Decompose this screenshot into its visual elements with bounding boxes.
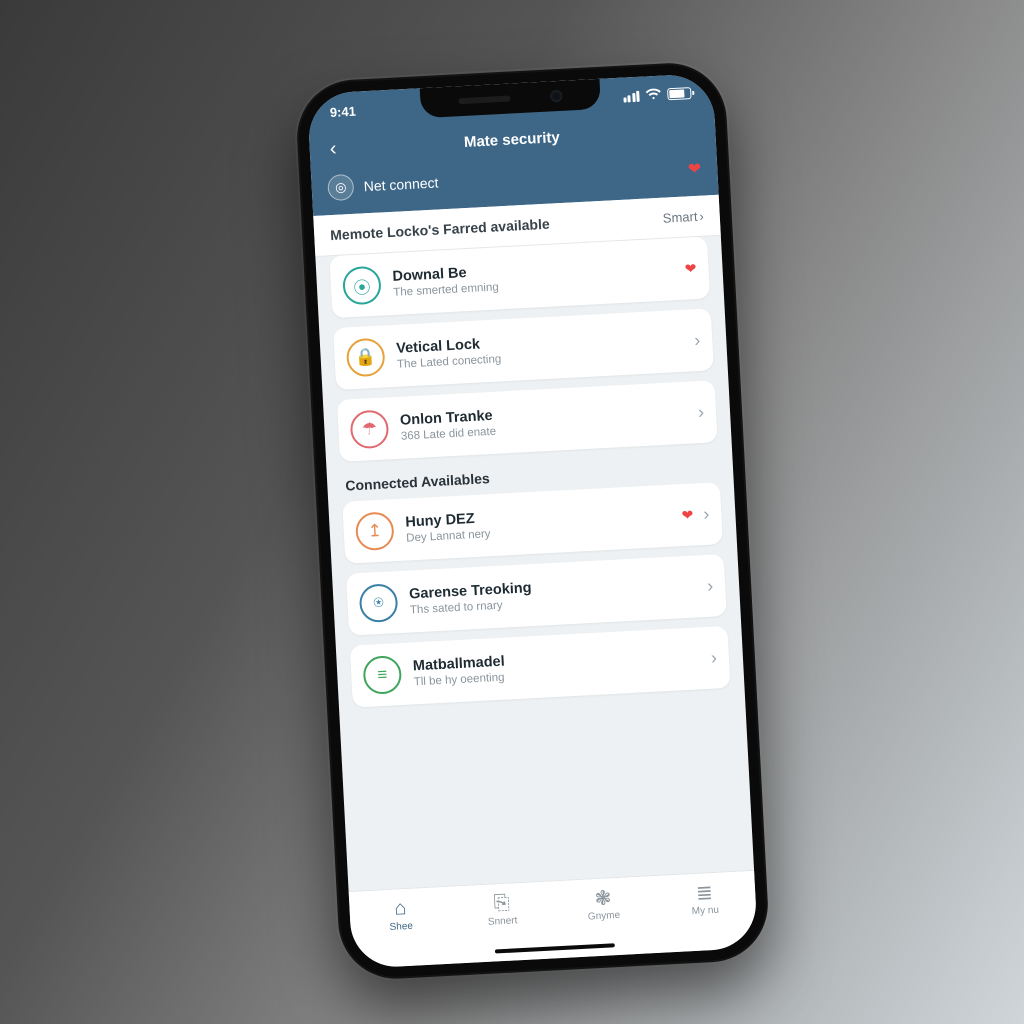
- list-item-trailing: ›: [697, 401, 704, 422]
- tab-label: Gnyme: [588, 910, 621, 923]
- content-scroll[interactable]: ⦿Downal BeThe smerted emning ❤ 🔒Vetical Lo…: [315, 236, 758, 969]
- header-subrow[interactable]: ◎ Net connect ❤: [327, 154, 702, 204]
- list-item-trailing: ❤: [684, 260, 697, 278]
- list-item[interactable]: ☂Onlon Tranke368 Late did enate ›: [337, 380, 718, 462]
- list-item-icon: ↥: [355, 511, 395, 551]
- favorite-icon[interactable]: ❤: [681, 506, 694, 524]
- banner-right-label: Smart: [662, 208, 697, 225]
- list-item-trailing: ❤›: [681, 503, 710, 525]
- tab-icon: ❃: [594, 886, 612, 909]
- chevron-right-icon: ›: [710, 647, 717, 668]
- tab-icon: ≣: [695, 881, 713, 904]
- status-indicators: [623, 86, 692, 105]
- home-indicator[interactable]: [495, 943, 615, 953]
- tab-snnert[interactable]: ⎘Snnert: [450, 889, 553, 929]
- tab-label: My nu: [691, 905, 719, 917]
- list-item-body: Onlon Tranke368 Late did enate: [400, 398, 687, 443]
- chevron-right-icon: ›: [707, 575, 714, 596]
- speaker-grille: [458, 96, 510, 105]
- status-time: 9:41: [329, 103, 356, 119]
- list-item-body: Vetical LockThe Lated conecting: [396, 326, 683, 371]
- list-item-body: Huny DEZDey Lannat nery: [405, 501, 670, 545]
- tab-icon: ⌂: [394, 897, 407, 920]
- chevron-right-icon: ›: [703, 503, 710, 524]
- list-item-icon: ⍟: [359, 583, 399, 623]
- tab-icon: ⎘: [493, 892, 510, 915]
- list-item-body: MatballmadelTll be hy oeenting: [413, 643, 700, 688]
- list-item-trailing: ›: [694, 329, 701, 350]
- list-item-icon: ⦿: [342, 266, 382, 306]
- favorite-icon[interactable]: ❤: [684, 260, 697, 278]
- list-item[interactable]: ↥Huny DEZDey Lannat nery❤›: [342, 482, 723, 564]
- banner-title: Memote Locko's Farred available: [330, 210, 663, 243]
- tab-label: Shee: [389, 921, 413, 933]
- list-item-icon: ☂: [350, 409, 390, 449]
- list-item-body: Garense TreokingThs sated to rnary: [409, 572, 696, 617]
- list-item-trailing: ›: [710, 647, 717, 668]
- tab-my nu[interactable]: ≣My nu: [653, 879, 756, 919]
- banner-right-link[interactable]: Smart ›: [662, 208, 704, 225]
- front-camera: [550, 90, 563, 103]
- list-item[interactable]: ≡ MatballmadelTll be hy oeenting ›: [350, 626, 731, 708]
- battery-icon: [667, 87, 692, 100]
- phone-frame: 9:41 ‹ Mate security ◎ Net connect: [294, 60, 771, 981]
- tab-shee[interactable]: ⌂Shee: [349, 895, 452, 935]
- list-item[interactable]: 🔒Vetical LockThe Lated conecting ›: [333, 308, 714, 390]
- connect-label: Net connect: [363, 162, 678, 194]
- favorite-icon[interactable]: ❤: [687, 159, 701, 180]
- list-item-body: Downal BeThe smerted emning: [392, 254, 673, 299]
- screen: 9:41 ‹ Mate security ◎ Net connect: [307, 73, 758, 969]
- wifi-icon: [645, 87, 662, 103]
- tab-label: Snnert: [488, 915, 518, 928]
- list-item-icon: 🔒: [346, 337, 386, 377]
- chevron-right-icon: ›: [697, 401, 704, 422]
- chevron-right-icon: ›: [699, 208, 704, 223]
- list-item[interactable]: ⍟Garense TreokingThs sated to rnary ›: [346, 554, 727, 636]
- chevron-right-icon: ›: [694, 329, 701, 350]
- tab-gnyme[interactable]: ❃Gnyme: [552, 884, 655, 924]
- list-item-icon: ≡: [362, 655, 402, 695]
- list-item-trailing: ›: [707, 575, 714, 596]
- cellular-icon: [623, 90, 640, 102]
- connect-badge-icon: ◎: [327, 174, 354, 201]
